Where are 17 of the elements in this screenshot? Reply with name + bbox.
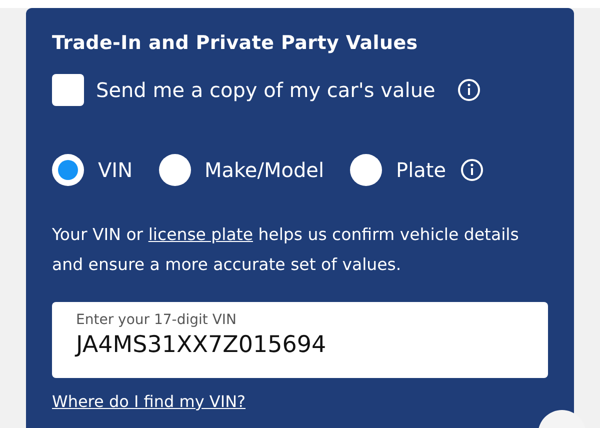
- radio-label: VIN: [98, 158, 133, 182]
- info-icon[interactable]: [457, 78, 482, 102]
- copy-checkbox[interactable]: [52, 74, 84, 106]
- vin-field[interactable]: Enter your 17-digit VIN JA4MS31XX7Z015694: [52, 302, 548, 378]
- radio-button[interactable]: [158, 154, 191, 186]
- field-label: Enter your 17-digit VIN: [76, 312, 238, 328]
- license-plate-link[interactable]: license plate: [148, 225, 253, 244]
- radio-label: Make/Model: [204, 158, 324, 182]
- field-value: JA4MS31XX7Z015694: [76, 332, 328, 358]
- card-title: Trade-In and Private Party Values: [52, 32, 419, 54]
- radio-label: Plate: [396, 158, 446, 182]
- vin-help-link[interactable]: Where do I find my VIN?: [52, 392, 246, 411]
- checkbox-label: Send me a copy of my car's value: [96, 78, 436, 102]
- info-icon[interactable]: [460, 158, 484, 182]
- radio-button[interactable]: [350, 154, 382, 186]
- help-text: Your VIN or license plate helps us confirm vehicle details and ensure a more accurate set of values.: [52, 224, 520, 276]
- radio-button[interactable]: [52, 154, 84, 186]
